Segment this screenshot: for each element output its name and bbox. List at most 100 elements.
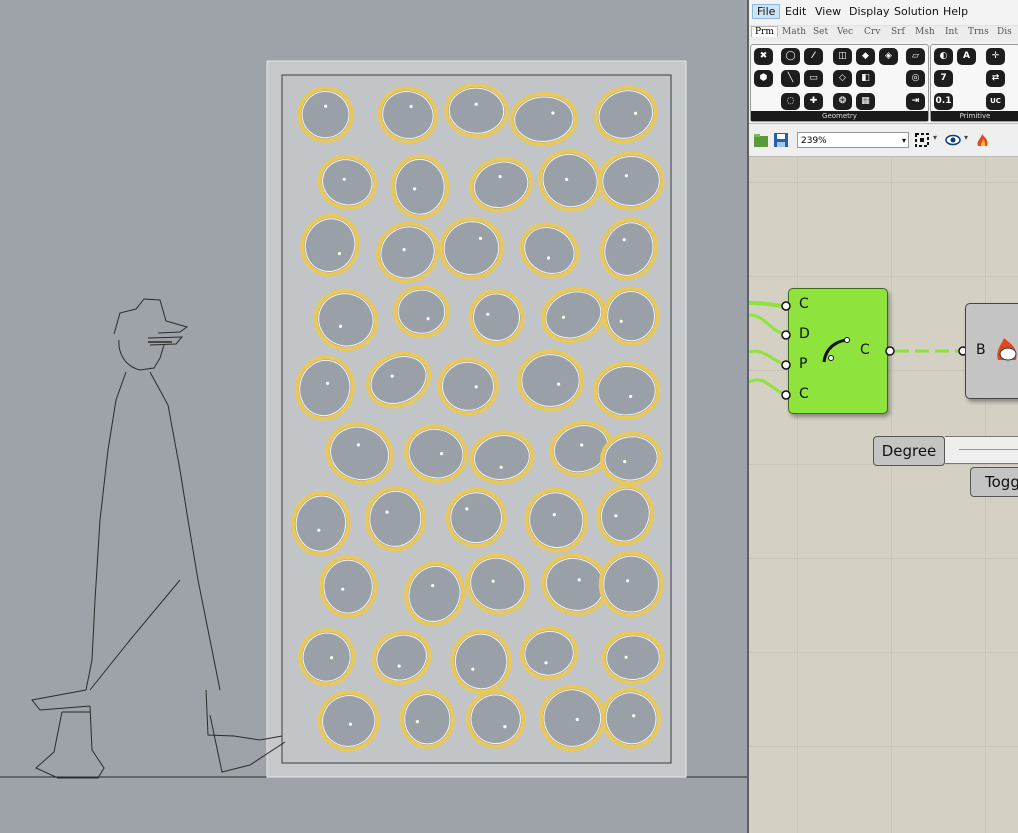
tab-curve[interactable]: Crv [864,27,880,37]
tab-transform[interactable]: Trns [968,27,989,37]
menu-display[interactable]: Display [849,5,890,18]
seed-point [415,720,419,724]
surface-param-icon[interactable]: ◧ [856,70,875,87]
number-param-icon[interactable]: 0.1 [934,93,953,110]
viewport-scene [0,60,747,779]
transform-param-icon[interactable]: ❂ [833,93,852,110]
mesh-face-icon[interactable]: ▦ [856,93,875,110]
seed-point [413,187,417,191]
output-port-c[interactable]: C [860,342,870,358]
seed-point [622,238,626,242]
bake-egg-icon [997,338,1017,361]
seed-point [341,587,345,591]
voronoi-cell [601,630,665,685]
seed-point [623,460,627,464]
seed-point [575,717,579,722]
text-param-icon[interactable]: A [957,48,976,65]
group-param-icon[interactable]: ◆ [856,48,875,65]
mesh-param-icon[interactable]: ◈ [879,48,898,65]
tab-params[interactable]: Prm [751,26,778,37]
input-port-c[interactable]: C [799,296,809,312]
voronoi-cell [444,83,509,139]
seed-point [324,104,328,108]
seed-point [626,579,630,583]
seed-point [614,514,618,518]
seed-point [390,374,394,378]
bake-flame-icon[interactable] [975,132,991,148]
bake-input-b[interactable]: B [976,342,986,358]
voronoi-cell [364,486,426,552]
seed-point [499,465,503,469]
seed-point [342,177,346,181]
seed-point [580,443,584,447]
menu-solution[interactable]: Solution [894,5,939,18]
seed-point [330,656,334,660]
field-param-icon[interactable]: ◫ [833,48,852,65]
voronoi-cell [516,349,585,412]
rhino-viewport[interactable] [0,0,747,833]
degree-slider-label[interactable]: Degree [873,436,945,466]
boolean-param-icon[interactable]: ◐ [934,48,953,65]
vector-param-icon[interactable]: ✚ [804,93,823,110]
menu-file[interactable]: File [752,4,781,19]
tab-sets[interactable]: Set [813,27,828,37]
grasshopper-canvas[interactable]: C D P C C B Degree Togg [749,157,1018,833]
seed-point [474,102,478,106]
tab-surface[interactable]: Srf [891,27,905,37]
menu-help[interactable]: Help [943,5,968,18]
rectangle-param-icon[interactable]: ▭ [804,70,823,87]
preview-chevron-icon[interactable]: ▾ [964,133,968,142]
menu-view[interactable]: View [815,5,841,18]
twisted-box-icon[interactable]: ◌ [781,93,800,110]
voronoi-cell [393,285,450,339]
matrix-param-icon[interactable]: ✛ [986,48,1005,65]
brep-param-icon[interactable]: ⬢ [754,70,773,87]
seed-point [561,315,566,319]
curve-param-icon[interactable]: ⁄ [804,48,823,65]
toggle-label[interactable]: Togg [970,467,1018,497]
open-file-icon[interactable] [753,132,769,148]
wire-c [749,301,792,308]
save-file-icon[interactable] [773,132,789,148]
tab-display[interactable]: Dis [997,27,1012,37]
menu-edit[interactable]: Edit [785,5,806,18]
component-ribbon: ✖ ◯ ⁄ ◫ ◆ ◈ ▱ ⬢ ╲ ▭ ◇ ◧ ◎ ◌ ✚ ❂ ▦ ⇥ Geom… [749,41,1018,124]
culture-param-icon[interactable]: UC [986,93,1005,110]
seed-point [565,177,569,181]
input-port-c2[interactable]: C [799,386,809,402]
bake-component[interactable]: B [965,303,1018,399]
voronoi-cell [399,689,455,749]
seed-point [629,394,633,399]
integer-param-icon[interactable]: 7 [934,70,953,87]
tab-intersect[interactable]: Int [945,27,958,37]
plane-param-icon[interactable]: ▱ [906,48,925,65]
atom-param-icon[interactable]: ⇥ [906,93,925,110]
nurbs-curve-component[interactable]: C D P C C [788,288,888,414]
seed-point [337,252,341,256]
input-port-p[interactable]: P [799,356,807,372]
zoom-extents-icon[interactable] [914,132,930,148]
zoom-chevron-icon[interactable]: ▾ [933,133,937,142]
seed-point [356,443,360,447]
circle-param-icon[interactable]: ◯ [781,48,800,65]
voronoi-cell [450,629,512,694]
input-port-d[interactable]: D [799,326,810,342]
circular-arc-icon[interactable]: ◎ [906,70,925,87]
point-param-icon[interactable]: ◇ [833,70,852,87]
tab-maths[interactable]: Math [782,27,806,37]
preview-eye-icon[interactable] [945,132,961,148]
tab-vector[interactable]: Vec [837,27,853,37]
voronoi-cell [468,288,525,346]
interval-param-icon[interactable]: ⇄ [986,70,1005,87]
geometry-icon[interactable]: ✖ [754,48,773,65]
seed-point [397,664,401,668]
nurbs-curve-icon [822,337,850,363]
culture-param-label: UC [990,97,1001,105]
degree-slider-track[interactable] [945,436,1018,464]
seed-point [338,324,343,328]
tab-mesh[interactable]: Msh [915,27,935,37]
line-param-icon[interactable]: ╲ [781,70,800,87]
zoom-dropdown[interactable]: 239% ▾ [797,132,909,148]
seed-point [557,382,561,386]
grasshopper-window: File Edit View Display Solution Help Prm… [749,0,1018,833]
